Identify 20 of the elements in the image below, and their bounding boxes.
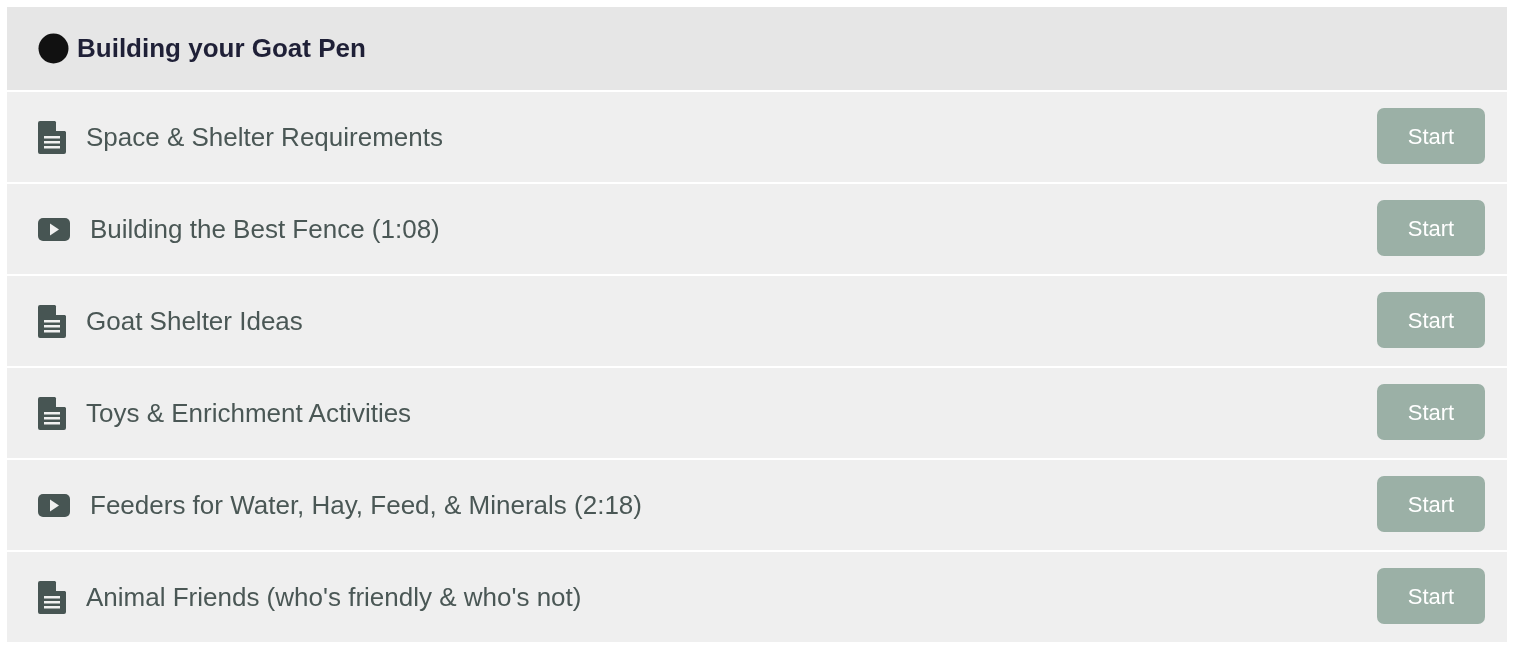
document-icon	[38, 580, 66, 614]
lesson-row[interactable]: Space & Shelter Requirements Start	[7, 92, 1507, 182]
lesson-row[interactable]: Feeders for Water, Hay, Feed, & Minerals (2:18) Start	[7, 460, 1507, 550]
play-icon	[38, 217, 70, 241]
lesson-title: Feeders for Water, Hay, Feed, & Minerals (2:18)	[89, 488, 643, 522]
document-icon	[38, 120, 66, 154]
lesson-row[interactable]: Building the Best Fence (1:08) Start	[7, 184, 1507, 274]
document-icon	[38, 396, 66, 430]
lesson-row[interactable]: Toys & Enrichment Activities Start	[7, 368, 1507, 458]
lesson-row[interactable]: Animal Friends (who's friendly & who's not) Start	[7, 552, 1507, 642]
section-title: Building your Goat Pen	[77, 32, 366, 65]
lesson-title: Toys & Enrichment Activities	[86, 396, 413, 430]
lesson-title: Goat Shelter Ideas	[86, 304, 304, 338]
lesson-row[interactable]: Goat Shelter Ideas Start	[7, 276, 1507, 366]
lesson-title: Space & Shelter Requirements	[86, 120, 444, 154]
circle-icon	[38, 33, 69, 64]
play-icon	[38, 493, 70, 517]
lesson-title: Building the Best Fence (1:08)	[89, 212, 441, 246]
lesson-title: Animal Friends (who's friendly & who's not)	[86, 580, 583, 614]
document-icon	[38, 304, 66, 338]
